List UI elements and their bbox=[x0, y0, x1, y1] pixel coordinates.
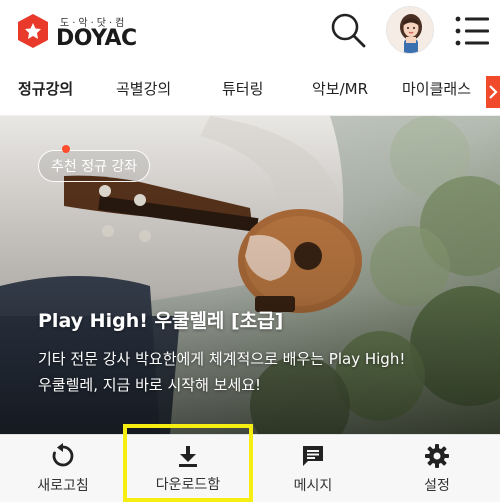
message-button[interactable]: 메시지 bbox=[268, 435, 358, 502]
bottom-toolbar: 새로고침 다운로드함 메시지 설정 bbox=[0, 434, 500, 502]
hero-description-line-2: 우쿨렐레, 지금 바로 시작해 보세요! bbox=[38, 376, 262, 394]
tab-song-lectures[interactable]: 곡별강의 bbox=[116, 78, 171, 99]
user-avatar[interactable] bbox=[386, 6, 434, 54]
search-button[interactable] bbox=[328, 10, 368, 50]
user-avatar-icon bbox=[387, 7, 433, 53]
search-icon bbox=[331, 13, 366, 48]
message-label: 메시지 bbox=[293, 478, 333, 494]
download-box-label: 다운로드함 bbox=[155, 477, 221, 493]
hero-banner[interactable]: 추천 정규 강좌 Play High! 우쿨렐레 [초급] 기타 전문 강사 박… bbox=[0, 116, 500, 434]
tab-sheet-music-mr[interactable]: 악보/MR bbox=[312, 78, 368, 99]
tab-regular-lectures[interactable]: 정규강의 bbox=[18, 78, 73, 99]
refresh-button[interactable]: 새로고침 bbox=[18, 435, 108, 502]
tabs-scroll-right-button[interactable] bbox=[486, 76, 500, 108]
logo-text: DOYAC bbox=[56, 26, 137, 51]
download-box-button[interactable]: 다운로드함 bbox=[138, 435, 238, 502]
refresh-label: 새로고침 bbox=[37, 478, 89, 494]
menu-button[interactable] bbox=[452, 12, 492, 50]
category-tabs: 정규강의 곡별강의 튜터링 악보/MR 마이클래스 bbox=[0, 64, 500, 116]
refresh-icon bbox=[52, 443, 74, 467]
message-icon bbox=[303, 446, 323, 466]
new-indicator-dot bbox=[62, 145, 70, 153]
tab-my-class[interactable]: 마이클래스 bbox=[402, 78, 471, 99]
app-header: 도·악·닷·컴 DOYAC bbox=[0, 0, 500, 64]
hero-description-line-1: 기타 전문 강사 박요한에게 체계적으로 배우는 Play High! bbox=[38, 350, 406, 368]
tab-tutoring[interactable]: 튜터링 bbox=[222, 78, 263, 99]
hero-description: 기타 전문 강사 박요한에게 체계적으로 배우는 Play High! 우쿨렐레… bbox=[38, 346, 405, 398]
download-icon bbox=[179, 446, 197, 467]
doyac-logo-icon bbox=[18, 14, 48, 48]
doyac-logo[interactable]: 도·악·닷·컴 DOYAC bbox=[16, 8, 146, 54]
chevron-right-icon bbox=[489, 85, 498, 99]
gear-icon bbox=[425, 444, 449, 468]
hero-title: Play High! 우쿨렐레 [초급] bbox=[38, 310, 284, 332]
hamburger-menu-icon bbox=[455, 16, 489, 46]
settings-button[interactable]: 설정 bbox=[392, 435, 482, 502]
settings-label: 설정 bbox=[424, 478, 450, 494]
recommended-badge: 추천 정규 강좌 bbox=[38, 150, 151, 182]
